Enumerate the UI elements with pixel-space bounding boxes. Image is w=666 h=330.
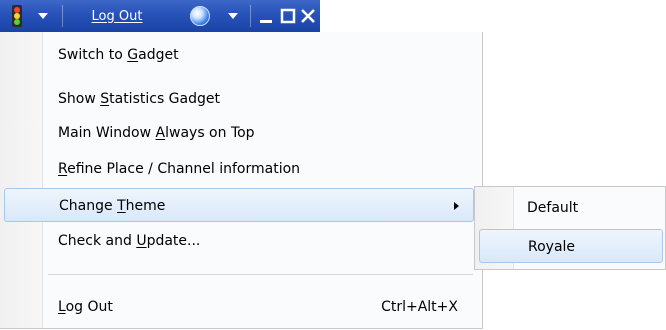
menu-item-label: Refine Place / Channel information	[58, 161, 301, 177]
chevron-down-icon	[228, 13, 238, 19]
help-ball-icon	[190, 6, 210, 26]
submenu-item-default[interactable]: Default	[479, 191, 663, 225]
menu-item-check-and-update[interactable]: Check and Update...	[4, 224, 474, 258]
maximize-button[interactable]	[278, 0, 298, 32]
menu-item-label: Main Window Always on Top	[58, 125, 255, 141]
menu-separator	[48, 274, 473, 275]
context-menu: Switch to Gadget Show Statistics Gadget …	[0, 32, 483, 329]
menu-item-label: Change Theme	[59, 198, 166, 214]
menu-item-label: Log Out	[58, 299, 113, 315]
submenu-item-label: Default	[527, 200, 579, 216]
title-bar: Log Out	[0, 0, 320, 33]
close-icon	[301, 9, 315, 23]
help-dropdown-button[interactable]	[222, 0, 244, 32]
submenu-arrow-icon	[454, 202, 459, 210]
status-dropdown-button[interactable]	[32, 0, 54, 32]
minimize-button[interactable]	[256, 0, 276, 32]
menu-item-label: Show Statistics Gadget	[58, 91, 220, 107]
close-button[interactable]	[298, 0, 318, 32]
submenu-item-label: Royale	[528, 239, 576, 255]
submenu-item-royale[interactable]: Royale	[479, 229, 663, 263]
titlebar-divider	[250, 5, 251, 27]
menu-item-log-out[interactable]: Log Out Ctrl+Alt+X	[4, 290, 474, 324]
logout-label: Log Out	[91, 8, 143, 24]
help-button[interactable]	[188, 0, 212, 32]
maximize-icon	[280, 8, 296, 24]
menu-item-show-statistics-gadget[interactable]: Show Statistics Gadget	[4, 82, 474, 116]
menu-item-main-window-always-on-top[interactable]: Main Window Always on Top	[4, 116, 474, 150]
chevron-down-icon	[38, 13, 48, 19]
logout-button[interactable]: Log Out	[72, 0, 162, 32]
theme-submenu: Default Royale	[474, 186, 666, 270]
menu-item-switch-to-gadget[interactable]: Switch to Gadget	[4, 38, 474, 72]
menu-item-change-theme[interactable]: Change Theme	[4, 188, 474, 222]
minimize-icon	[260, 20, 272, 23]
traffic-light-icon	[12, 5, 22, 27]
menu-item-refine-place-channel[interactable]: Refine Place / Channel information	[4, 152, 474, 186]
menu-item-label: Switch to Gadget	[58, 47, 179, 63]
titlebar-divider	[62, 5, 63, 27]
menu-item-label: Check and Update...	[58, 233, 201, 249]
status-button[interactable]	[4, 0, 30, 32]
menu-item-shortcut: Ctrl+Alt+X	[381, 299, 458, 315]
